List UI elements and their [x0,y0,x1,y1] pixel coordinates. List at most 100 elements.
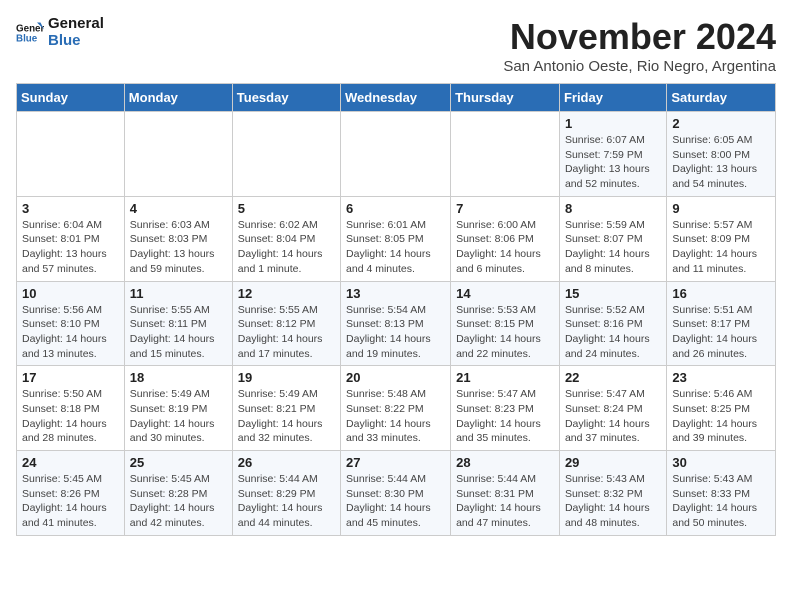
day-number: 23 [672,370,770,385]
day-info: Sunrise: 6:00 AMSunset: 8:06 PMDaylight:… [456,218,554,277]
day-number: 24 [22,455,119,470]
day-number: 13 [346,286,445,301]
day-info: Sunrise: 5:49 AMSunset: 8:19 PMDaylight:… [130,387,227,446]
day-info: Sunrise: 5:44 AMSunset: 8:29 PMDaylight:… [238,472,335,531]
day-number: 5 [238,201,335,216]
day-info: Sunrise: 5:57 AMSunset: 8:09 PMDaylight:… [672,218,770,277]
day-info: Sunrise: 5:55 AMSunset: 8:12 PMDaylight:… [238,303,335,362]
day-info: Sunrise: 5:56 AMSunset: 8:10 PMDaylight:… [22,303,119,362]
page-title: November 2024 [503,16,776,58]
day-info: Sunrise: 6:04 AMSunset: 8:01 PMDaylight:… [22,218,119,277]
day-info: Sunrise: 6:03 AMSunset: 8:03 PMDaylight:… [130,218,227,277]
day-number: 8 [565,201,661,216]
calendar-cell: 20 Sunrise: 5:48 AMSunset: 8:22 PMDayligh… [341,366,451,451]
day-info: Sunrise: 5:52 AMSunset: 8:16 PMDaylight:… [565,303,661,362]
day-info: Sunrise: 5:54 AMSunset: 8:13 PMDaylight:… [346,303,445,362]
weekday-header-thursday: Thursday [451,84,560,112]
calendar-cell: 25 Sunrise: 5:45 AMSunset: 8:28 PMDayligh… [124,451,232,536]
calendar-cell: 14 Sunrise: 5:53 AMSunset: 8:15 PMDayligh… [451,281,560,366]
calendar-cell: 23 Sunrise: 5:46 AMSunset: 8:25 PMDayligh… [667,366,776,451]
calendar-week-row: 24 Sunrise: 5:45 AMSunset: 8:26 PMDayligh… [17,451,776,536]
day-info: Sunrise: 5:44 AMSunset: 8:31 PMDaylight:… [456,472,554,531]
calendar-table: SundayMondayTuesdayWednesdayThursdayFrid… [16,83,776,536]
day-number: 21 [456,370,554,385]
calendar-cell: 29Sunrise: 5:43 AMSunset: 8:32 PMDayligh… [559,451,666,536]
calendar-cell: 27 Sunrise: 5:44 AMSunset: 8:30 PMDayligh… [341,451,451,536]
calendar-cell: 11Sunrise: 5:55 AMSunset: 8:11 PMDayligh… [124,281,232,366]
title-area: November 2024 San Antonio Oeste, Rio Neg… [503,16,776,75]
calendar-cell: 13 Sunrise: 5:54 AMSunset: 8:13 PMDayligh… [341,281,451,366]
day-info: Sunrise: 6:05 AMSunset: 8:00 PMDaylight:… [672,133,770,192]
day-info: Sunrise: 5:47 AMSunset: 8:23 PMDaylight:… [456,387,554,446]
day-info: Sunrise: 5:53 AMSunset: 8:15 PMDaylight:… [456,303,554,362]
calendar-cell: 5 Sunrise: 6:02 AMSunset: 8:04 PMDaylight… [232,196,340,281]
weekday-header-row: SundayMondayTuesdayWednesdayThursdayFrid… [17,84,776,112]
calendar-cell: 15Sunrise: 5:52 AMSunset: 8:16 PMDayligh… [559,281,666,366]
day-info: Sunrise: 5:49 AMSunset: 8:21 PMDaylight:… [238,387,335,446]
day-info: Sunrise: 6:07 AMSunset: 7:59 PMDaylight:… [565,133,661,192]
calendar-week-row: 10Sunrise: 5:56 AMSunset: 8:10 PMDayligh… [17,281,776,366]
weekday-header-monday: Monday [124,84,232,112]
calendar-cell [124,112,232,197]
calendar-cell: 2Sunrise: 6:05 AMSunset: 8:00 PMDaylight… [667,112,776,197]
day-number: 6 [346,201,445,216]
day-info: Sunrise: 5:55 AMSunset: 8:11 PMDaylight:… [130,303,227,362]
calendar-cell: 21 Sunrise: 5:47 AMSunset: 8:23 PMDayligh… [451,366,560,451]
day-number: 16 [672,286,770,301]
weekday-header-tuesday: Tuesday [232,84,340,112]
calendar-week-row: 3 Sunrise: 6:04 AMSunset: 8:01 PMDaylight… [17,196,776,281]
weekday-header-wednesday: Wednesday [341,84,451,112]
weekday-header-saturday: Saturday [667,84,776,112]
calendar-cell [232,112,340,197]
page-subtitle: San Antonio Oeste, Rio Negro, Argentina [503,58,776,75]
day-info: Sunrise: 5:47 AMSunset: 8:24 PMDaylight:… [565,387,661,446]
day-number: 19 [238,370,335,385]
calendar-week-row: 1 Sunrise: 6:07 AMSunset: 7:59 PMDaylight… [17,112,776,197]
calendar-cell: 12Sunrise: 5:55 AMSunset: 8:12 PMDayligh… [232,281,340,366]
logo-text-blue: Blue [48,33,104,50]
day-number: 27 [346,455,445,470]
calendar-cell: 22 Sunrise: 5:47 AMSunset: 8:24 PMDayligh… [559,366,666,451]
calendar-cell: 30Sunrise: 5:43 AMSunset: 8:33 PMDayligh… [667,451,776,536]
calendar-cell: 8 Sunrise: 5:59 AMSunset: 8:07 PMDaylight… [559,196,666,281]
calendar-body: 1 Sunrise: 6:07 AMSunset: 7:59 PMDaylight… [17,112,776,536]
page-header: General Blue General Blue November 2024 … [16,16,776,75]
day-number: 1 [565,116,661,131]
calendar-week-row: 17Sunrise: 5:50 AMSunset: 8:18 PMDayligh… [17,366,776,451]
calendar-cell: 26 Sunrise: 5:44 AMSunset: 8:29 PMDayligh… [232,451,340,536]
day-number: 7 [456,201,554,216]
day-number: 4 [130,201,227,216]
day-number: 22 [565,370,661,385]
svg-text:Blue: Blue [16,33,38,44]
day-number: 3 [22,201,119,216]
day-info: Sunrise: 6:02 AMSunset: 8:04 PMDaylight:… [238,218,335,277]
day-info: Sunrise: 5:48 AMSunset: 8:22 PMDaylight:… [346,387,445,446]
day-number: 14 [456,286,554,301]
day-info: Sunrise: 5:43 AMSunset: 8:32 PMDaylight:… [565,472,661,531]
day-number: 20 [346,370,445,385]
day-number: 25 [130,455,227,470]
weekday-header-sunday: Sunday [17,84,125,112]
weekday-header-friday: Friday [559,84,666,112]
logo-icon: General Blue [16,19,44,47]
day-number: 9 [672,201,770,216]
day-info: Sunrise: 5:45 AMSunset: 8:28 PMDaylight:… [130,472,227,531]
logo: General Blue General Blue [16,16,104,49]
day-info: Sunrise: 5:43 AMSunset: 8:33 PMDaylight:… [672,472,770,531]
calendar-cell [341,112,451,197]
calendar-cell [17,112,125,197]
calendar-cell: 4 Sunrise: 6:03 AMSunset: 8:03 PMDaylight… [124,196,232,281]
day-info: Sunrise: 5:46 AMSunset: 8:25 PMDaylight:… [672,387,770,446]
logo-text-general: General [48,16,104,33]
calendar-cell: 18Sunrise: 5:49 AMSunset: 8:19 PMDayligh… [124,366,232,451]
calendar-cell: 17Sunrise: 5:50 AMSunset: 8:18 PMDayligh… [17,366,125,451]
day-info: Sunrise: 6:01 AMSunset: 8:05 PMDaylight:… [346,218,445,277]
calendar-cell: 24 Sunrise: 5:45 AMSunset: 8:26 PMDayligh… [17,451,125,536]
day-info: Sunrise: 5:59 AMSunset: 8:07 PMDaylight:… [565,218,661,277]
day-info: Sunrise: 5:44 AMSunset: 8:30 PMDaylight:… [346,472,445,531]
day-info: Sunrise: 5:50 AMSunset: 8:18 PMDaylight:… [22,387,119,446]
day-number: 26 [238,455,335,470]
calendar-cell: 3 Sunrise: 6:04 AMSunset: 8:01 PMDaylight… [17,196,125,281]
calendar-cell: 9 Sunrise: 5:57 AMSunset: 8:09 PMDaylight… [667,196,776,281]
day-info: Sunrise: 5:45 AMSunset: 8:26 PMDaylight:… [22,472,119,531]
